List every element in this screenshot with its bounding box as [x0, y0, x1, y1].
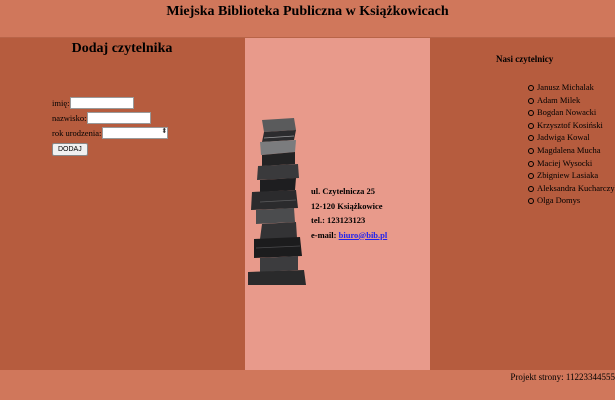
readers-list: Janusz Michalak Adam Milek Bogdan Nowack… [528, 81, 615, 207]
left-panel: Dodaj czytelnika imię: nazwisko: rok uro… [0, 38, 245, 370]
email-link[interactable]: biuro@bib.pl [339, 230, 388, 240]
add-reader-heading: Dodaj czytelnika [71, 41, 173, 56]
footer-credit: Projekt strony: 11223344555 [510, 372, 615, 382]
list-item: Aleksandra Kucharczyk [528, 182, 615, 195]
page-title: Miejska Biblioteka Publiczna w Książkowi… [166, 4, 449, 19]
page-header: Miejska Biblioteka Publiczna w Książkowi… [0, 0, 615, 38]
phone-number: tel.: 123123123 [311, 215, 366, 225]
add-reader-form: imię: nazwisko: rok urodzenia: ⬍ DODAJ [52, 95, 169, 156]
list-item: Maciej Wysocki [528, 157, 615, 170]
right-panel: Nasi czytelnicy Janusz Michalak Adam Mil… [430, 38, 615, 370]
list-item: Krzysztof Kosiński [528, 119, 615, 132]
email-label: e-mail: [311, 229, 337, 240]
stack-of-books-image [248, 118, 308, 285]
readers-heading: Nasi czytelnicy [496, 54, 554, 64]
email-row: e-mail: biuro@bib.pl [311, 228, 387, 243]
list-item: Magdalena Mucha [528, 144, 615, 157]
list-item: Olga Domys [528, 194, 615, 207]
imie-label: imię: [52, 97, 70, 108]
contact-info: ul. Czytelnicza 25 12-120 Książkowice te… [311, 184, 387, 242]
list-item: Jadwiga Kowal [528, 131, 615, 144]
list-item: Adam Milek [528, 94, 615, 107]
rok-urodzenia-field: ⬍ [102, 126, 169, 139]
imie-input[interactable] [70, 96, 135, 109]
page-footer: Projekt strony: 11223344555 [0, 370, 615, 400]
address-line-1: ul. Czytelnicza 25 [311, 186, 375, 196]
list-item: Zbigniew Lasiaka [528, 169, 615, 182]
rok-urodzenia-label: rok urodzenia: [52, 127, 102, 138]
rok-urodzenia-input[interactable] [102, 126, 169, 139]
add-button[interactable]: DODAJ [52, 143, 88, 156]
nazwisko-input[interactable] [87, 111, 152, 124]
address-line-2: 12-120 Książkowice [311, 200, 383, 211]
list-item: Janusz Michalak [528, 81, 615, 94]
list-item: Bogdan Nowacki [528, 106, 615, 119]
number-spinner-icon[interactable]: ⬍ [161, 127, 167, 137]
nazwisko-label: nazwisko: [52, 112, 87, 123]
middle-panel: ul. Czytelnicza 25 12-120 Książkowice te… [245, 38, 430, 370]
